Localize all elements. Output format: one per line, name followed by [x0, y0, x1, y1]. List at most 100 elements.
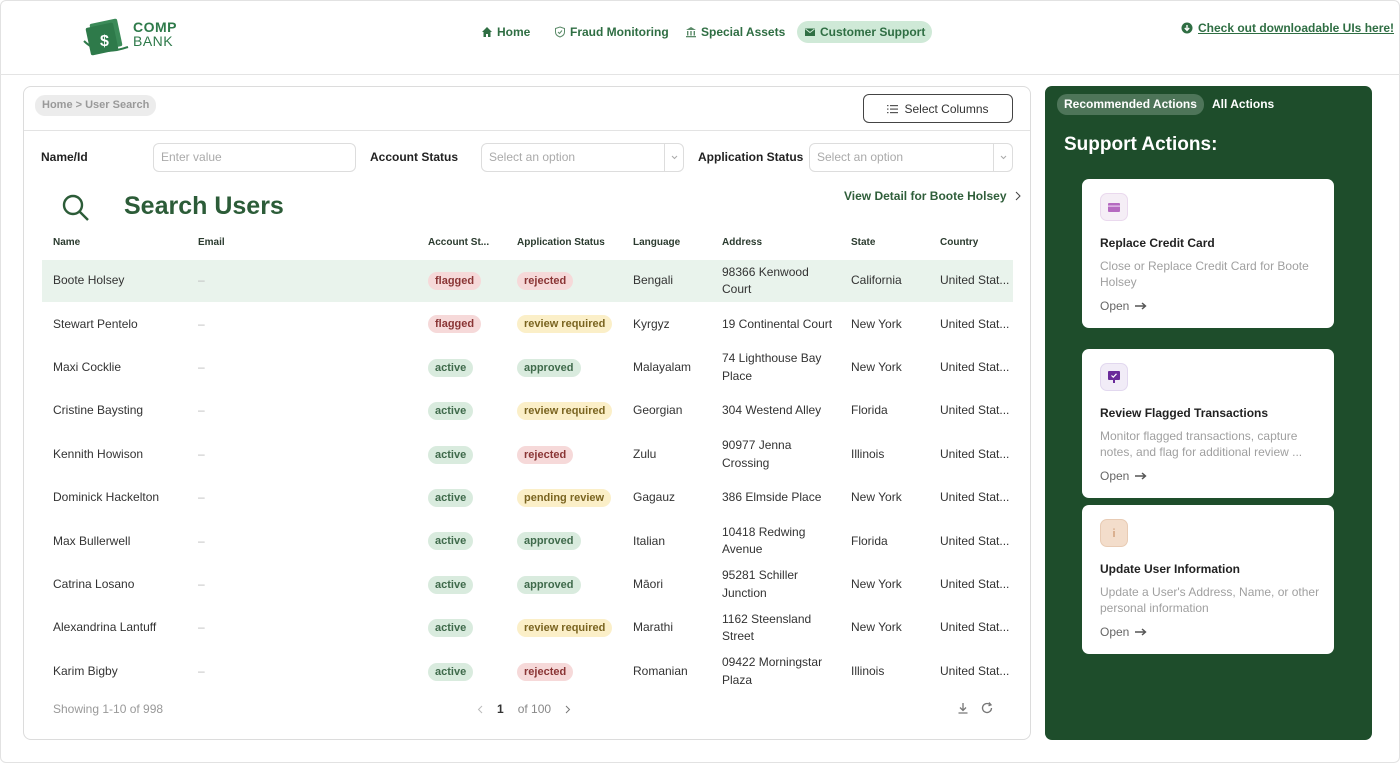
nav-customer-support[interactable]: Customer Support — [797, 21, 933, 43]
prev-page-icon[interactable] — [477, 705, 483, 714]
cell-application-status: rejected — [517, 260, 574, 302]
cell-state: New York — [851, 303, 902, 345]
cell-name: Karim Bigby — [53, 651, 118, 693]
action-card-review-flagged-transactions[interactable]: Review Flagged Transactions Monitor flag… — [1082, 349, 1334, 498]
table-row[interactable]: Maxi Cocklie – active approved Malayalam 74 L… — [42, 347, 1013, 389]
page-title: Search Users — [124, 192, 284, 220]
cell-language: Malayalam — [633, 347, 691, 389]
action-card-update-user-information[interactable]: Update User Information Update a User's … — [1082, 505, 1334, 654]
cell-country: United Stat... — [940, 520, 1012, 562]
nav-special-assets[interactable]: Special Assets — [685, 21, 785, 43]
table-row[interactable]: Catrina Losano – active approved Māori 95281 … — [42, 564, 1013, 606]
downloadable-uis-link[interactable]: Check out downloadable UIs here! — [1181, 21, 1394, 35]
breadcrumb[interactable]: Home > User Search — [35, 95, 157, 116]
cell-country: United Stat... — [940, 260, 1012, 302]
application-status-select[interactable]: Select an option — [809, 143, 1013, 172]
cell-name-text: Boote Holsey — [53, 273, 125, 288]
tab-recommended-actions[interactable]: Recommended Actions — [1057, 94, 1204, 115]
cell-email: – — [198, 303, 205, 345]
cell-language: Zulu — [633, 434, 656, 476]
svg-text:$: $ — [100, 33, 109, 50]
cell-name-text: Stewart Pentelo — [53, 316, 138, 331]
table-row[interactable]: Boote Holsey – flagged rejected Bengali 98366… — [42, 260, 1013, 302]
cell-address: 386 Elmside Place — [722, 477, 837, 519]
cell-address-text: 98366 Kenwood Court — [722, 264, 809, 297]
column-header-email[interactable]: Email — [198, 237, 225, 248]
cell-name: Kennith Howison — [53, 434, 143, 476]
cell-email: – — [198, 564, 205, 606]
cell-address: 10418 Redwing Avenue — [722, 520, 837, 562]
nav-home[interactable]: Home — [481, 21, 530, 43]
showing-count: Showing 1-10 of 998 — [53, 702, 164, 716]
action-card-replace-credit-card[interactable]: Replace Credit Card Close or Replace Cre… — [1082, 179, 1334, 328]
download-icon[interactable] — [956, 701, 970, 715]
cell-address-text: 74 Lighthouse Bay Place — [722, 351, 822, 383]
cell-state-text: New York — [851, 490, 902, 505]
user-search-panel: Home > User Search Select Columns Name/I… — [23, 86, 1031, 740]
status-badge: review required — [517, 315, 613, 334]
next-page-icon[interactable] — [565, 705, 571, 714]
home-icon — [482, 27, 492, 37]
cell-country-text: United Stat... — [940, 446, 1010, 461]
table-row[interactable]: Alexandrina Lantuff – active review require… — [42, 607, 1013, 649]
cell-address: 19 Continental Court — [722, 303, 837, 345]
nav-fraud-monitoring[interactable]: Fraud Monitoring — [554, 21, 669, 43]
cell-language-text: Māori — [633, 577, 664, 592]
column-header-address[interactable]: Address — [722, 237, 762, 248]
name-id-input[interactable]: Enter value — [153, 143, 356, 172]
table-row[interactable]: Max Bullerwell – active approved Italian 1041… — [42, 520, 1013, 562]
view-detail-link[interactable]: View Detail for Boote Holsey — [844, 189, 1021, 203]
mail-icon — [805, 28, 815, 36]
application-status-label: Application Status — [698, 150, 804, 164]
cell-address: 304 Westend Alley — [722, 390, 837, 432]
card-open-link[interactable]: Open — [1100, 469, 1147, 483]
cell-email-text: – — [198, 316, 205, 331]
table-row[interactable]: Stewart Pentelo – flagged review required Ky… — [42, 303, 1013, 345]
cell-email: – — [198, 520, 205, 562]
column-header-name[interactable]: Name — [53, 237, 80, 248]
select-columns-button[interactable]: Select Columns — [863, 94, 1013, 123]
card-open-link[interactable]: Open — [1100, 625, 1147, 639]
current-page[interactable]: 1 — [497, 702, 504, 716]
cell-application-status: pending review — [517, 477, 612, 519]
card-description: Monitor flagged transactions, capture no… — [1100, 429, 1303, 459]
cell-name-text: Alexandrina Lantuff — [53, 620, 157, 635]
support-actions-panel: Recommended Actions All Actions Support … — [1045, 86, 1372, 740]
cell-address-text: 304 Westend Alley — [722, 403, 822, 418]
arrow-right-icon — [1135, 302, 1147, 310]
column-header-language[interactable]: Language — [633, 237, 680, 248]
table-row[interactable]: Karim Bigby – active rejected Romanian 09422 … — [42, 651, 1013, 693]
cell-email-text: – — [198, 663, 205, 678]
status-badge: review required — [517, 619, 613, 638]
comp-bank-logo[interactable]: $ COMP BANK — [80, 17, 180, 59]
table-row[interactable]: Dominick Hackelton – active pending review G… — [42, 477, 1013, 519]
status-badge: flagged — [428, 272, 482, 290]
cell-state: Florida — [851, 390, 888, 432]
cell-state: Florida — [851, 520, 888, 562]
cell-country: United Stat... — [940, 477, 1012, 519]
chevron-down-icon[interactable] — [664, 144, 683, 171]
column-header-application-status[interactable]: Application Status — [517, 237, 605, 248]
cell-state-text: New York — [851, 577, 902, 592]
bank-icon — [686, 27, 696, 38]
account-status-select[interactable]: Select an option — [481, 143, 684, 172]
tab-all-actions[interactable]: All Actions — [1205, 94, 1281, 115]
refresh-icon[interactable] — [980, 701, 994, 715]
column-header-state[interactable]: State — [851, 237, 875, 248]
card-title: Review Flagged Transactions — [1100, 406, 1269, 420]
table-row[interactable]: Kennith Howison – active rejected Zulu 90977 … — [42, 434, 1013, 476]
total-pages: of 100 — [517, 702, 552, 716]
column-header-country[interactable]: Country — [940, 237, 978, 248]
cell-email-text: – — [198, 360, 205, 375]
cell-address-text: 19 Continental Court — [722, 316, 833, 331]
table-row[interactable]: Cristine Baysting – active review required G… — [42, 390, 1013, 432]
column-header-account-status[interactable]: Account St... — [428, 237, 490, 248]
cell-language-text: Italian — [633, 533, 666, 548]
cell-country-text: United Stat... — [940, 620, 1010, 635]
cell-account-status: active — [428, 434, 474, 476]
cell-address-text: 1162 Steensland Street — [722, 611, 812, 644]
chevron-down-icon[interactable] — [993, 144, 1012, 171]
card-open-link[interactable]: Open — [1100, 299, 1147, 313]
account-status-label: Account Status — [370, 150, 459, 164]
cell-name: Cristine Baysting — [53, 390, 143, 432]
